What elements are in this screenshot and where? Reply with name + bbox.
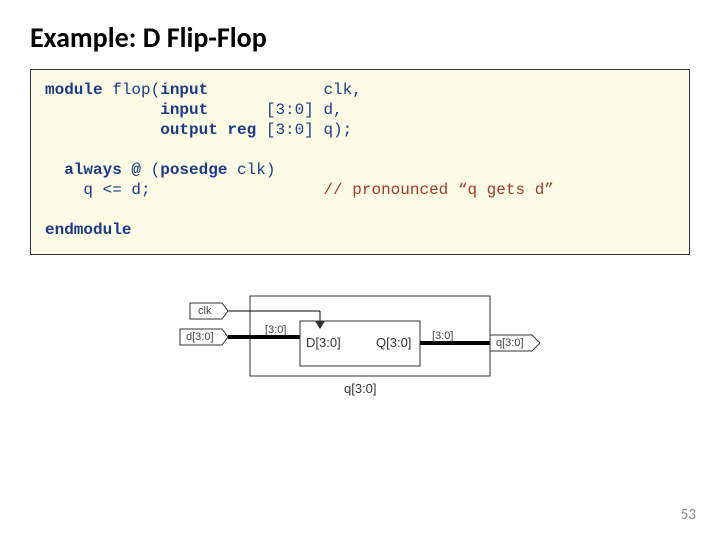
kw-input1: input [160,81,208,99]
code-t: clk, [208,81,362,99]
code-t [45,101,160,119]
label-d: d[3:0] [186,331,214,343]
kw-posedge: posedge [160,161,227,179]
page-number: 53 [681,506,696,524]
label-D: D[3:0] [306,335,341,350]
label-bus2: [3:0] [432,330,453,342]
code-t: [3:0] d, [208,101,342,119]
code-t: ( [141,161,160,179]
kw-outputreg: output reg [160,121,256,139]
label-Q: Q[3:0] [376,335,411,350]
label-bus1: [3:0] [265,324,286,336]
code-comment: // pronounced “q gets d” [323,181,553,199]
kw-input2: input [160,101,208,119]
code-t: clk) [227,161,275,179]
slide-title: Example: D Flip-Flop [30,20,690,55]
code-t [45,121,160,139]
code-t: [3:0] q); [256,121,352,139]
diagram-caption: q[3:0] [344,381,377,396]
code-block: module flop(input clk, input [3:0] d, ou… [30,69,690,255]
label-q: q[3:0] [496,337,524,349]
code-assign: q <= d; [45,181,151,199]
code-t [45,161,64,179]
kw-endmodule: endmodule [45,221,131,239]
kw-always: always @ [64,161,141,179]
code-pad [151,181,324,199]
schematic-diagram: clk d[3:0] [3:0] D[3:0] Q[3:0] [3:0] q[3… [170,291,550,401]
kw-module: module [45,81,103,99]
code-t: flop( [103,81,161,99]
label-clk: clk [198,305,212,317]
